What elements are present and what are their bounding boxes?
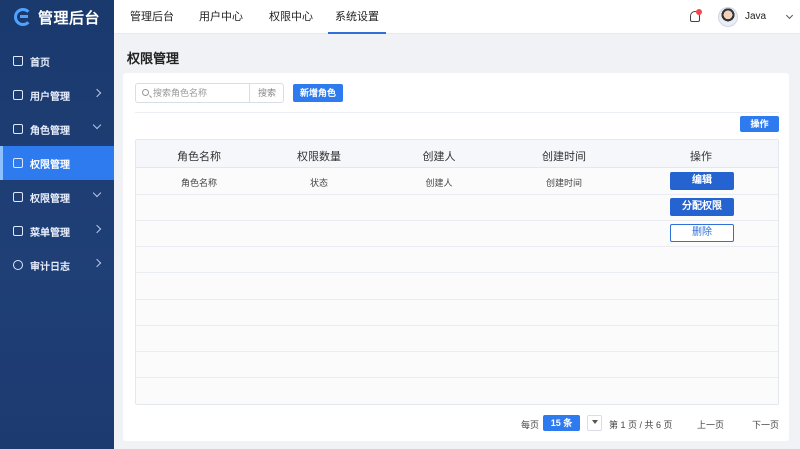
table-row: 分配权限: [136, 195, 778, 221]
sidebar-item-label: 角色管理: [30, 125, 70, 137]
roles-table: 角色名称 权限数量 创建人 创建时间 操作 角色名称 状态 创建人 创建时间 编…: [135, 139, 779, 405]
table-cell: 状态: [309, 178, 329, 188]
tab-user-center[interactable]: 用户中心: [199, 0, 243, 34]
document-icon: [13, 226, 23, 236]
logo-icon: [14, 8, 32, 26]
clock-icon: [13, 260, 23, 270]
column-header: 权限数量: [297, 151, 341, 163]
document-icon: [13, 158, 23, 168]
search-icon: [142, 89, 149, 96]
column-header: 创建时间: [542, 151, 586, 163]
sidebar-item-label: 权限管理: [30, 159, 70, 171]
search-box: 搜索: [135, 83, 284, 103]
sidebar-item-role-management[interactable]: 角色管理: [0, 112, 114, 146]
chevron-down-icon[interactable]: [587, 415, 602, 431]
chevron-right-icon: [92, 88, 102, 98]
search-input[interactable]: [153, 87, 248, 99]
document-icon: [13, 90, 23, 100]
column-header: 操作: [690, 151, 712, 163]
operation-button[interactable]: 操作: [740, 116, 779, 132]
avatar[interactable]: [718, 7, 738, 27]
sidebar-item-label: 首页: [30, 57, 50, 69]
document-icon: [13, 124, 23, 134]
sidebar-nav: 首页 用户管理 角色管理 权限管理 权限管理 菜单管理 审计日志: [0, 44, 114, 282]
table-cell: 创建人: [425, 178, 453, 188]
tab-permission-center[interactable]: 权限中心: [269, 0, 313, 34]
sidebar-item-audit-log[interactable]: 审计日志: [0, 248, 114, 282]
monitor-icon: [13, 192, 23, 202]
sidebar-item-label: 用户管理: [30, 91, 70, 103]
sidebar-item-permission-management-2[interactable]: 权限管理: [0, 180, 114, 214]
table-row: [136, 300, 778, 326]
chevron-right-icon: [92, 224, 102, 234]
top-navbar: 管理后台 用户中心 权限中心 系统设置 Java: [114, 0, 800, 34]
tab-system-settings[interactable]: 系统设置: [328, 0, 386, 34]
sidebar-item-label: 审计日志: [30, 261, 70, 273]
sidebar: 管理后台 首页 用户管理 角色管理 权限管理 权限管理 菜单管理 审计日志: [0, 0, 114, 449]
table-row: 角色名称 状态 创建人 创建时间 编辑: [136, 168, 778, 195]
app-logo[interactable]: 管理后台: [0, 0, 114, 34]
page-size-select[interactable]: 15 条: [543, 415, 580, 431]
per-page-label: 每页: [521, 420, 540, 430]
table-cell: 角色名称: [180, 178, 218, 188]
sidebar-item-label: 权限管理: [30, 193, 70, 205]
table-cell: 创建时间: [545, 178, 583, 188]
delete-button[interactable]: 删除: [670, 224, 734, 242]
sidebar-item-home[interactable]: 首页: [0, 44, 114, 78]
page-info: 第 1 页 / 共 6 页: [609, 420, 673, 430]
sidebar-item-menu-management[interactable]: 菜单管理: [0, 214, 114, 248]
prev-page-button[interactable]: 上一页: [697, 418, 724, 431]
tab-admin[interactable]: 管理后台: [130, 0, 174, 34]
chevron-down-icon[interactable]: [785, 11, 794, 20]
table-row: 删除: [136, 221, 778, 247]
search-button[interactable]: 搜索: [249, 84, 284, 102]
table-row: [136, 247, 778, 273]
add-role-button[interactable]: 新增角色: [293, 84, 343, 102]
column-header: 创建人: [422, 151, 456, 163]
sidebar-item-label: 菜单管理: [30, 227, 70, 239]
sidebar-item-user-management[interactable]: 用户管理: [0, 78, 114, 112]
home-icon: [13, 56, 23, 66]
next-page-button[interactable]: 下一页: [752, 418, 779, 431]
chevron-down-icon: [92, 188, 102, 198]
username[interactable]: Java: [745, 11, 766, 22]
edit-button[interactable]: 编辑: [670, 172, 734, 190]
sidebar-item-permission-management[interactable]: 权限管理: [0, 146, 114, 180]
assign-permissions-button[interactable]: 分配权限: [670, 198, 734, 216]
notification-badge: [696, 9, 702, 15]
table-row: [136, 326, 778, 352]
page-title: 权限管理: [127, 51, 180, 66]
chevron-right-icon: [92, 258, 102, 268]
table-row: [136, 352, 778, 378]
divider: [135, 112, 779, 113]
column-header: 角色名称: [177, 151, 221, 163]
chevron-down-icon: [92, 120, 102, 130]
app-title: 管理后台: [38, 9, 101, 27]
table-header: 角色名称 权限数量 创建人 创建时间 操作: [136, 140, 778, 168]
table-row: [136, 273, 778, 300]
